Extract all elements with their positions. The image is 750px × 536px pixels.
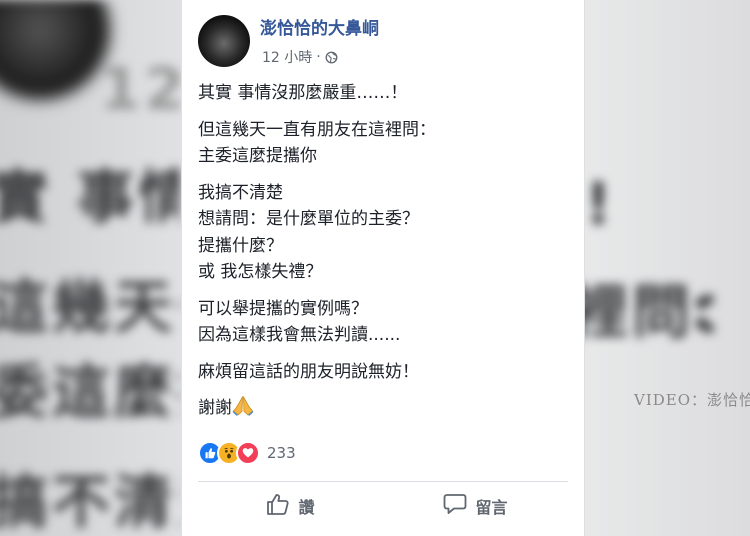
- pray-emoji-icon: [232, 395, 254, 425]
- post-timestamp[interactable]: 12 小時: [262, 47, 312, 67]
- post-closing: 謝謝: [198, 398, 232, 418]
- post-paragraph: 可以舉提攜的實例嗎？ 因為這樣我會無法判讀......: [198, 296, 570, 349]
- post-line: 提攜什麼？: [198, 235, 283, 256]
- blurred-text: 裡問：: [570, 278, 750, 346]
- video-watermark: VIDEO：澎恰恰: [634, 391, 750, 409]
- post-closing-line: 謝謝: [198, 395, 570, 425]
- actions-divider: [198, 481, 568, 482]
- blurred-text: 搞不清楚: [0, 468, 180, 536]
- post-line: 我搞不清楚: [198, 182, 283, 203]
- like-label: 讚: [298, 498, 315, 517]
- reaction-count[interactable]: 233: [267, 444, 296, 462]
- post-paragraph: 麻煩留這話的朋友明說無妨！: [198, 359, 570, 386]
- blurred-text: 實 事情: [0, 163, 180, 231]
- blurred-avatar: [0, 0, 110, 100]
- globe-icon: [325, 51, 338, 64]
- like-button[interactable]: 讚: [198, 484, 383, 528]
- meta-separator: ·: [316, 49, 321, 65]
- post-paragraph: 但這幾天一直有朋友在這裡問： 主委這麼提攜你: [198, 117, 570, 170]
- love-reaction-icon: [236, 441, 260, 465]
- page-name-link[interactable]: 澎恰恰的大鼻峒: [260, 14, 379, 39]
- blurred-text: 委這麼提: [0, 358, 180, 426]
- reactions-summary[interactable]: 233: [198, 441, 296, 465]
- post-actions-bar: 讚 留言: [198, 484, 568, 528]
- post-meta: 12 小時 ·: [262, 47, 338, 67]
- comment-button[interactable]: 留言: [383, 484, 568, 528]
- comment-bubble-icon: [443, 493, 467, 519]
- blurred-text: :: [690, 275, 718, 343]
- post-line: 因為這樣我會無法判讀......: [198, 325, 401, 345]
- post-paragraph: 其實 事情沒那麼嚴重……！: [198, 80, 570, 107]
- post-line: 主委這麼提攜你: [198, 146, 317, 166]
- post-line: 麻煩留這話的朋友明說無妨！: [198, 361, 419, 382]
- blurred-text: 12: [100, 55, 180, 123]
- facebook-post-card: 澎恰恰的大鼻峒 12 小時 · 其實 事情沒那麼嚴重……！ 但這幾天一直有朋友在…: [181, 0, 585, 536]
- post-paragraph: 謝謝: [198, 395, 570, 425]
- blurred-background-right: ! 裡問： :: [560, 0, 750, 536]
- post-line: 其實 事情沒那麼嚴重……！: [198, 83, 408, 103]
- blurred-background-left: 12 實 事情 這幾天一 委這麼提 搞不清楚: [0, 0, 180, 536]
- thumbs-up-icon: [266, 493, 290, 519]
- comment-label: 留言: [475, 498, 508, 517]
- post-line: 或 我怎樣失禮？: [198, 262, 323, 282]
- post-paragraph: 我搞不清楚 想請問：是什麼單位的主委？ 提攜什麼？ 或 我怎樣失禮？: [198, 180, 570, 286]
- post-line: 但這幾天一直有朋友在這裡問：: [198, 119, 436, 140]
- post-line: 可以舉提攜的實例嗎？: [198, 298, 368, 319]
- page-avatar[interactable]: [198, 15, 250, 67]
- blurred-text: 這幾天一: [0, 273, 180, 341]
- post-line: 想請問：是什麼單位的主委？: [198, 209, 419, 229]
- blurred-text: !: [585, 170, 616, 238]
- post-body: 其實 事情沒那麼嚴重……！ 但這幾天一直有朋友在這裡問： 主委這麼提攜你 我搞不…: [198, 80, 570, 435]
